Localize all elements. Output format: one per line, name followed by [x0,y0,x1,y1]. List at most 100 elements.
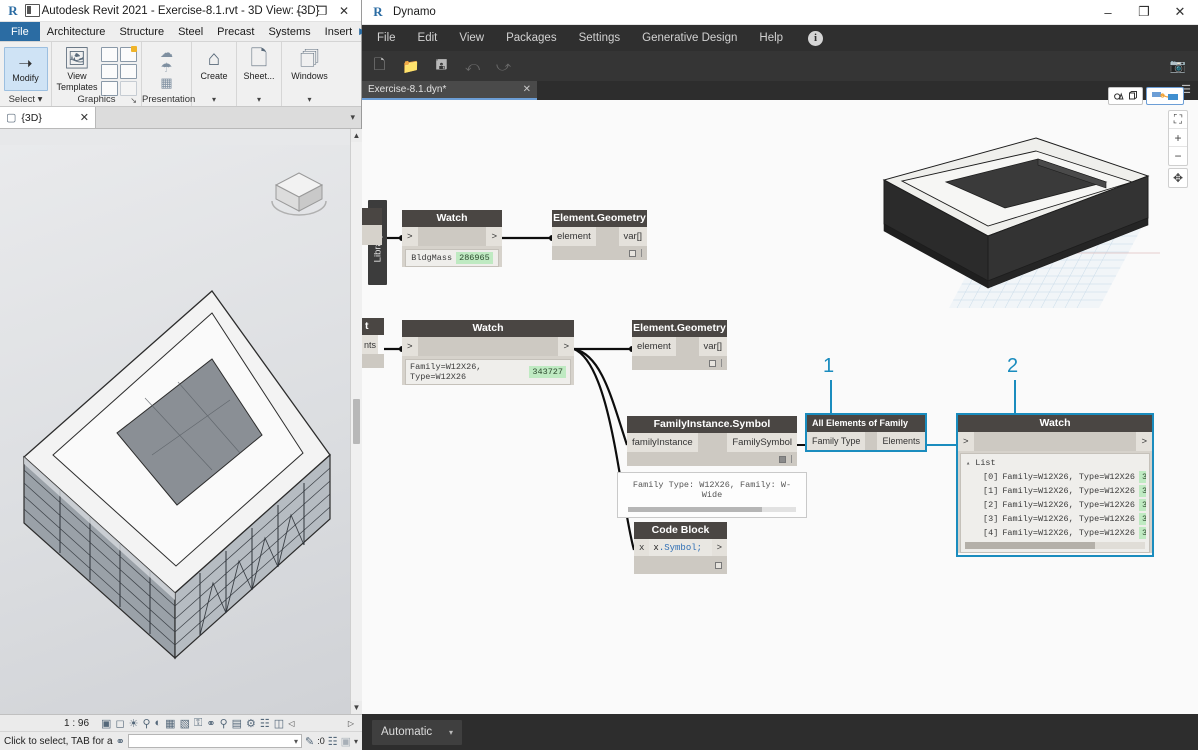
design-options-icon[interactable]: ✎ [305,735,314,748]
maximize-button[interactable]: ❐ [311,4,333,18]
close-button[interactable]: ✕ [333,4,355,18]
dynamo-geometry-preview[interactable] [860,118,1190,333]
panel-label-select[interactable]: Select ▾ [0,94,51,105]
lock-3d-view-icon[interactable]: ⚿ [194,717,202,730]
visual-style-icon[interactable]: ◻ [115,717,124,730]
element-geometry-mid-output-port[interactable]: var[] [699,337,727,356]
node-element-geometry-mid[interactable]: Element.Geometry element var[] [632,320,727,370]
view-tab-overflow-caret[interactable]: ▾ [350,112,361,123]
render-gallery-icon[interactable]: ▦ [160,75,172,90]
family-instance-symbol-output-port[interactable]: FamilySymbol [727,433,797,452]
node-stub-top[interactable] [362,208,382,245]
reveal-hidden-icon[interactable] [101,64,118,79]
menu-settings[interactable]: Settings [568,25,632,51]
create-dropdown-caret[interactable]: ▾ [192,95,236,104]
shadows-icon[interactable]: ⚲ [142,717,150,730]
modify-button[interactable]: ➝ Modify [4,47,48,91]
element-geometry-top-input-port[interactable]: element [552,227,596,246]
graph-tab-close-icon[interactable]: ✕ [523,84,531,95]
element-geometry-top-output-port[interactable]: var[] [619,227,647,246]
save-icon[interactable]: 🖪 [433,54,450,78]
node-grip-icon[interactable] [641,249,642,257]
render-icon[interactable]: ☁ [160,45,173,60]
ribbon-tab-architecture[interactable]: Architecture [40,22,113,41]
temporary-hide-icon[interactable]: ⚭ [206,717,215,730]
all-elements-output-port[interactable]: Elements [877,432,925,450]
sheet-dropdown-caret[interactable]: ▾ [237,95,281,104]
zoom-fit-button[interactable]: ⛶ [1169,111,1187,129]
worksharing-icon[interactable]: ◫ [274,717,284,730]
watch-top-input-port[interactable]: > [402,227,418,246]
show-crop-region-icon[interactable]: ▧ [180,717,190,730]
watch-right-output-port[interactable]: > [1136,432,1152,451]
node-code-block[interactable]: Code Block x x.Symbol; > [634,522,727,574]
stub-mid-out-port[interactable]: nts [362,335,378,354]
pan-button[interactable]: ✥ [1168,168,1188,188]
ribbon-tab-steel[interactable]: Steel [171,22,210,41]
viewbar-scroll-left-icon[interactable]: ◁ [288,719,294,728]
graphics-dialog-launcher[interactable]: ↘ [130,96,137,105]
minimize-button[interactable]: – [289,4,311,18]
preview-toggle-icon[interactable] [715,562,722,569]
open-folder-icon[interactable]: 📁 [402,58,419,75]
node-all-elements-of-family-type[interactable]: All Elements of Family Type Family Type … [807,415,925,450]
watch-top-output-port[interactable]: > [486,227,502,246]
code-block-editor[interactable]: x.Symbol; [649,539,711,556]
geometry-view-button[interactable] [1108,87,1143,105]
menu-view[interactable]: View [448,25,495,51]
zoom-in-button[interactable]: + [1169,129,1187,147]
revit-3d-viewport[interactable] [0,145,350,714]
undo-icon[interactable]: ⤺ [464,58,481,75]
render-dialog-icon[interactable]: ◐ [155,717,162,729]
dynamo-maximize-button[interactable]: ❐ [1126,0,1162,25]
view-tab-close-icon[interactable]: ✕ [80,111,89,124]
analytical-model-icon[interactable]: ⚙ [246,717,256,730]
revit-3d-canvas[interactable]: ▲ ▼ [0,129,362,714]
watch-mid-input-port[interactable]: > [402,337,418,356]
node-family-instance-symbol[interactable]: FamilyInstance.Symbol familyInstance Fam… [627,416,797,466]
node-watch-top[interactable]: Watch > > BldgMass 286965 [402,210,502,270]
run-mode-dropdown[interactable]: Automatic ▾ [372,720,462,745]
node-stub-mid[interactable]: t nts [362,318,384,368]
node-grip-icon[interactable] [721,359,722,367]
graph-view-button[interactable] [1146,87,1184,105]
dynamo-workspace[interactable]: Library ➔ [362,100,1198,714]
scroll-thumb[interactable] [353,399,360,444]
crop-view-icon[interactable]: ▦ [165,717,175,730]
filters-icon[interactable] [120,47,137,62]
family-instance-symbol-input-port[interactable]: familyInstance [627,433,698,452]
ribbon-tab-structure[interactable]: Structure [112,22,171,41]
screenshot-icon[interactable]: 📷 [1170,58,1186,74]
dynamo-close-button[interactable]: ✕ [1162,0,1198,25]
info-icon[interactable]: i [808,31,823,46]
watch-right-list-header[interactable]: ▴ List [961,456,1149,470]
new-file-icon[interactable]: 🗋 [371,54,388,78]
scroll-down-icon[interactable]: ▼ [351,701,362,714]
node-watch-mid[interactable]: Watch > > Family=W12X26, Type=W12X26 343… [402,320,574,388]
watch-mid-output-port[interactable]: > [558,337,574,356]
preview-toggle-icon[interactable] [629,250,636,257]
windows-dropdown-caret[interactable]: ▾ [282,95,337,104]
node-element-geometry-top[interactable]: Element.Geometry element var[] [552,210,647,260]
temporary-view-properties-icon[interactable]: ▤ [232,717,242,730]
watch-right-input-port[interactable]: > [958,432,974,451]
constraints-icon[interactable]: ☷ [260,717,270,730]
graph-tab[interactable]: Exercise-8.1.dyn* ✕ [362,81,537,100]
tooltip-scrollbar[interactable] [628,507,796,512]
all-elements-input-port[interactable]: Family Type [807,432,865,450]
list-collapse-caret-icon[interactable]: ▴ [966,459,970,468]
redo-icon[interactable]: ⤻ [495,58,512,75]
filter-selection-icon[interactable]: ☷ [328,735,338,748]
viewbar-scroll-right-icon[interactable]: ▷ [348,719,358,728]
scroll-up-icon[interactable]: ▲ [351,129,362,142]
watch-right-list-box[interactable]: ▴ List [0] Family=W12X26, Type=W12X26 34… [960,453,1150,553]
code-block-input-port[interactable]: x [634,539,649,556]
view-scale-label[interactable]: 1 : 96 [64,718,89,729]
watch-right-horizontal-scrollbar[interactable] [965,542,1145,549]
visibility-graphics-icon[interactable] [101,47,118,62]
menu-generative-design[interactable]: Generative Design [631,25,748,51]
ribbon-tab-file[interactable]: File [0,22,40,41]
element-geometry-mid-input-port[interactable]: element [632,337,676,356]
windows-button[interactable]: 🗇 Windows [286,45,334,81]
exclude-options-icon[interactable]: ▣ [341,735,351,748]
